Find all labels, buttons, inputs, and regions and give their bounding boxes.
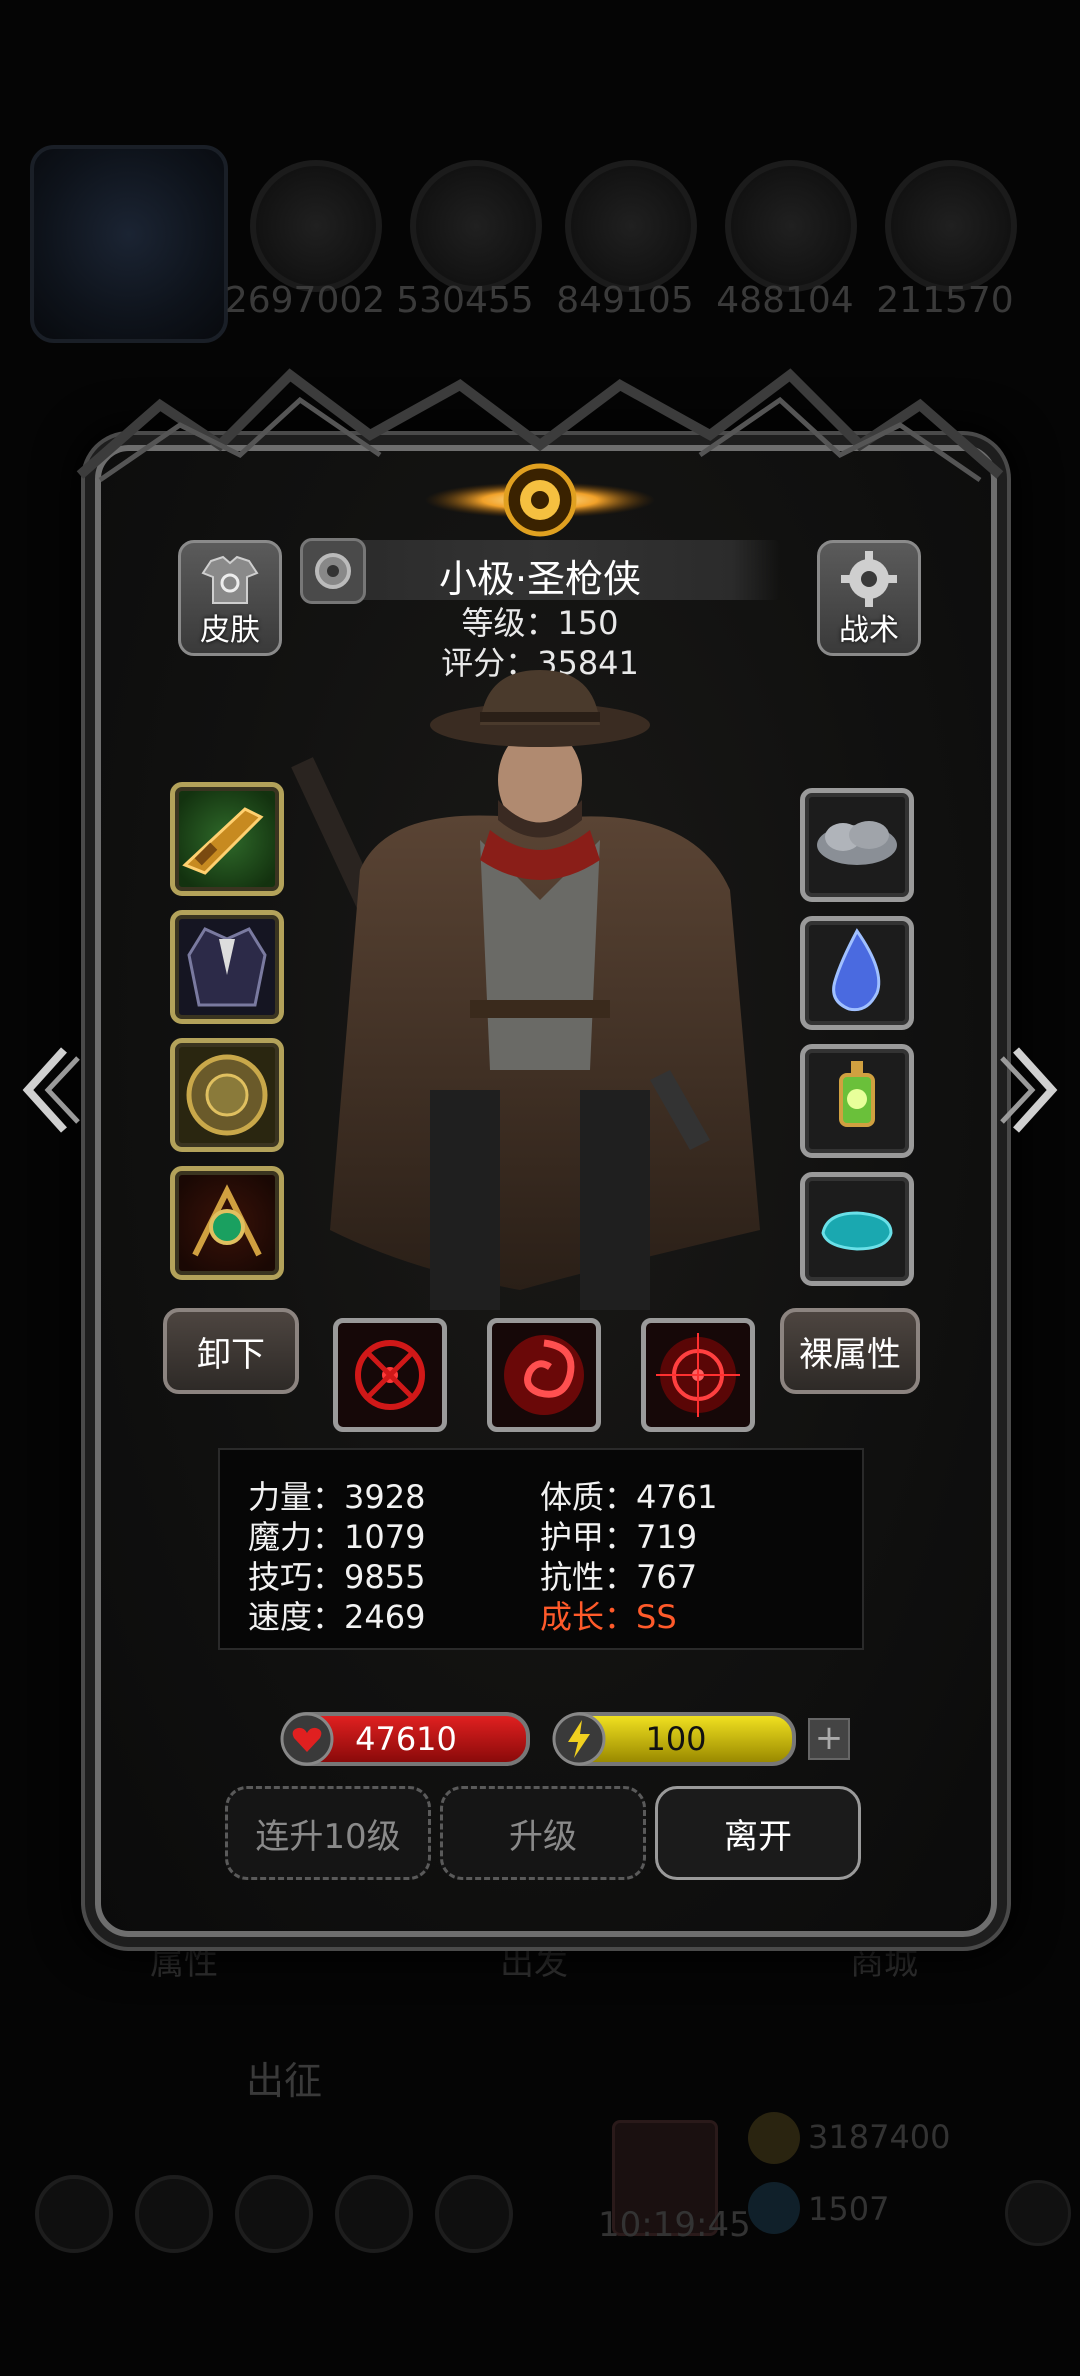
base-attributes-button[interactable]: 裸属性 (780, 1308, 920, 1394)
bg-menu-icon-1 (35, 2175, 113, 2253)
stone-icon (821, 1211, 893, 1251)
unequip-button[interactable]: 卸下 (163, 1308, 299, 1394)
lantern-icon (839, 1061, 875, 1127)
bg-menu-icon-3 (235, 2175, 313, 2253)
shirt-icon (201, 555, 259, 604)
resource-value-2: 530455 (396, 280, 534, 321)
next-hero-arrow-icon[interactable] (996, 1040, 1066, 1140)
bg-expedition-label: 出征 (246, 2059, 323, 2103)
resource-value-4: 488104 (716, 280, 854, 321)
tactics-button-label: 战术 (839, 613, 899, 648)
rifle-icon (182, 807, 264, 875)
equip-slot-stone[interactable] (800, 1172, 914, 1286)
leave-button[interactable]: 离开 (655, 1786, 861, 1880)
bg-menu-icon-4 (335, 2175, 413, 2253)
equip-slot-droplet[interactable] (800, 916, 914, 1030)
stat-speed: 速度：2469 (248, 1598, 426, 1636)
bg-tab-shop: 商城 (850, 1943, 918, 1983)
resource-icon-1 (250, 160, 382, 292)
resource-value-1: 2697002 (224, 280, 386, 321)
energy-value: 100 (645, 1720, 707, 1758)
skill-slot-3[interactable] (641, 1318, 755, 1432)
resource-icon-5 (885, 160, 1017, 292)
bg-gold-icon (748, 2112, 800, 2164)
bg-menu-icon-5 (435, 2175, 513, 2253)
amulet-icon (192, 1184, 262, 1257)
add-energy-button[interactable]: + (808, 1718, 850, 1760)
skill-slot-2[interactable] (487, 1318, 601, 1432)
upgrade-10-button[interactable]: 连升10级 (225, 1786, 431, 1880)
bg-gem-icon (748, 2182, 800, 2234)
sun-emblem-icon (425, 463, 655, 537)
tactics-button[interactable]: 战术 (817, 540, 921, 656)
player-avatar (30, 145, 228, 343)
target-skill-icon (656, 1333, 740, 1417)
equip-slot-weapon[interactable] (170, 782, 284, 896)
bg-menu-icon-2 (135, 2175, 213, 2253)
equip-slot-armor[interactable] (170, 910, 284, 1024)
gear-icon (841, 551, 897, 607)
droplet-icon (832, 928, 881, 1012)
stat-growth: 成长：SS (540, 1598, 677, 1636)
bg-clock: 10:19:45 (598, 2205, 751, 2245)
skin-button-label: 皮肤 (200, 613, 260, 648)
crosshair-skill-icon (355, 1340, 425, 1410)
equip-slot-accessory[interactable] (170, 1166, 284, 1280)
equip-slot-shield[interactable] (170, 1038, 284, 1152)
cloud-icon (817, 821, 897, 865)
gunslinger-hero-portrait (291, 670, 760, 1310)
coat-icon (187, 927, 267, 1007)
bg-corner-icon (1005, 2180, 1071, 2246)
lightning-icon (552, 1712, 606, 1766)
skin-button[interactable]: 皮肤 (178, 540, 282, 656)
vortex-skill-icon (504, 1335, 584, 1415)
bg-gem-value: 1507 (808, 2190, 890, 2228)
equip-slot-lantern[interactable] (800, 1044, 914, 1158)
resource-icon-2 (410, 160, 542, 292)
heart-icon (280, 1712, 334, 1766)
bg-tab-attr: 属性 (150, 1943, 218, 1983)
resource-value-3: 849105 (556, 280, 694, 321)
hp-value: 47610 (355, 1720, 457, 1758)
resource-icon-3 (565, 160, 697, 292)
prev-hero-arrow-icon[interactable] (14, 1040, 84, 1140)
equip-slot-cloud[interactable] (800, 788, 914, 902)
shield-icon (186, 1054, 268, 1136)
skill-slot-1[interactable] (333, 1318, 447, 1432)
upgrade-button[interactable]: 升级 (440, 1786, 646, 1880)
bg-gold-value: 3187400 (808, 2118, 951, 2156)
resource-icon-4 (725, 160, 857, 292)
resource-value-5: 211570 (876, 280, 1014, 321)
bg-tab-depart: 出发 (500, 1943, 568, 1983)
